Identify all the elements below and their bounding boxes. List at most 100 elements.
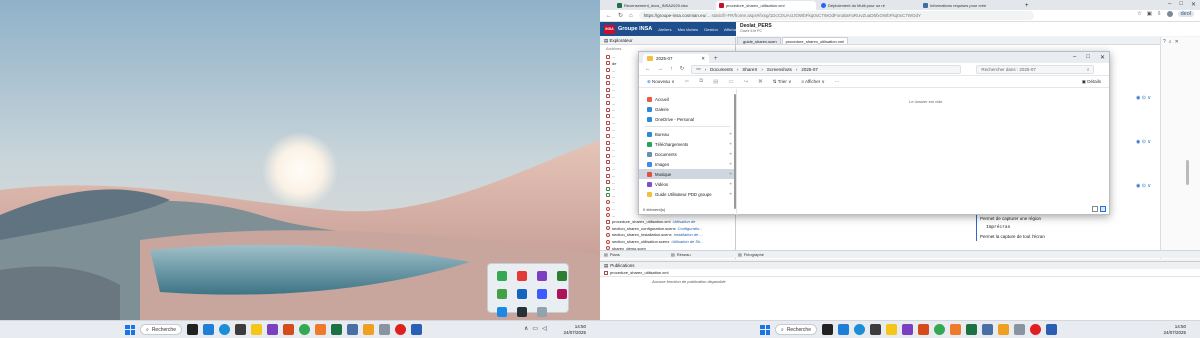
- sharex-tray-icon[interactable]: [517, 307, 527, 317]
- search-input[interactable]: Rechercher dans : 2025-07 ⌕: [976, 64, 1095, 74]
- menu-mes-taches[interactable]: Mes tâches: [678, 27, 698, 32]
- downloads-icon[interactable]: ⇩: [1157, 11, 1162, 17]
- nav-item[interactable]: Bureau ✳: [639, 129, 736, 139]
- powerpoint-icon[interactable]: [918, 324, 929, 335]
- tab-reseau[interactable]: ▤ Réseau: [667, 252, 734, 257]
- taskbar-search[interactable]: ⌕ Recherche: [775, 324, 817, 335]
- pin-icon[interactable]: ✳: [729, 182, 732, 186]
- word-icon[interactable]: [1046, 324, 1057, 335]
- path-bar[interactable]: ▭ › Documents › ShareX › Screenshots › 2…: [691, 64, 962, 74]
- teams-icon[interactable]: [902, 324, 913, 335]
- nav-item[interactable]: Vidéos ✳: [639, 179, 736, 189]
- nav-item[interactable]: Accueil: [639, 94, 736, 104]
- nav-item[interactable]: OneDrive - Personal: [639, 114, 736, 124]
- taskbar-clock[interactable]: 14:50 24/07/2025: [563, 324, 586, 336]
- tree-item[interactable]: procedure_sharex_utilisation.xml Utilisat…: [606, 218, 735, 225]
- start-icon[interactable]: [125, 324, 135, 335]
- start-icon[interactable]: [760, 324, 770, 335]
- network-icon[interactable]: ▭: [532, 325, 538, 332]
- avatar[interactable]: [1166, 11, 1173, 17]
- nav-item[interactable]: Galerie: [639, 104, 736, 114]
- widgets-icon[interactable]: [203, 324, 214, 335]
- file-explorer-icon[interactable]: [886, 324, 897, 335]
- publications-file[interactable]: procedure_sharex_utilisation.xml: [600, 269, 1200, 277]
- star-icon[interactable]: ☆: [1137, 11, 1142, 17]
- minimize-icon[interactable]: –: [1168, 1, 1171, 8]
- tiles-view-icon[interactable]: [1100, 206, 1106, 212]
- profile-menu[interactable]: deol: [1177, 11, 1194, 17]
- rename-icon[interactable]: ▭: [728, 79, 733, 85]
- details-button[interactable]: ▣ Détails: [1082, 79, 1101, 85]
- tree-item[interactable]: section_sharex_utilisation.scenx Utilisat…: [606, 238, 735, 245]
- network-tray-icon[interactable]: [537, 289, 547, 299]
- tree-item[interactable]: section_sharex_configuration.scenx Config…: [606, 225, 735, 232]
- onenote-tray-icon[interactable]: [537, 271, 547, 281]
- pin-icon[interactable]: ✳: [729, 142, 732, 146]
- excel-icon[interactable]: [331, 324, 342, 335]
- pin-icon[interactable]: ✳: [729, 192, 732, 196]
- browser-tab-3[interactable]: Informations requises pour crée: [920, 1, 1020, 10]
- delete-icon[interactable]: ✖: [758, 79, 763, 85]
- editor-tab-procedure[interactable]: procedure_sharex_utilisation.xml: [781, 37, 849, 44]
- forward-icon[interactable]: →: [658, 66, 664, 72]
- powerpoint-icon[interactable]: [283, 324, 294, 335]
- editor-scrollbar[interactable]: [1186, 160, 1189, 185]
- editor-tab-guide[interactable]: guide_sharex.scen: [737, 37, 781, 44]
- browser-tab-0[interactable]: Recensement_docs_INSA2025.xlsx: [614, 1, 714, 10]
- tab-plans[interactable]: ▤ Plans: [600, 252, 667, 257]
- close-icon[interactable]: ✕: [1191, 1, 1196, 8]
- share-icon[interactable]: ↪: [744, 79, 749, 85]
- path-segment[interactable]: ShareX: [742, 67, 757, 72]
- volume-icon[interactable]: ◁: [542, 325, 547, 332]
- extensions-icon[interactable]: ▣: [1147, 11, 1152, 17]
- teams-tray-icon[interactable]: [517, 289, 527, 299]
- word-icon[interactable]: [411, 324, 422, 335]
- tab-fieographe[interactable]: ▤ Fiéographe: [734, 252, 801, 257]
- nav-item[interactable]: Guide Utilisateur PDD groupe ✳: [639, 189, 736, 199]
- details-view-icon[interactable]: [1092, 206, 1098, 212]
- new-tab-icon[interactable]: +: [714, 56, 718, 62]
- pin-icon[interactable]: ✳: [729, 152, 732, 156]
- minimize-icon[interactable]: –: [1073, 54, 1076, 61]
- excel-icon[interactable]: [966, 324, 977, 335]
- maximize-icon[interactable]: □: [1179, 1, 1183, 8]
- browser-tab-1[interactable]: procedure_sharex_utilisation.xml: [716, 1, 816, 10]
- address-bar[interactable]: https://groupe-insa.cosmian.eu /... stat…: [638, 11, 1034, 20]
- leaf-tray-icon[interactable]: [497, 289, 507, 299]
- up-icon[interactable]: ↑: [670, 66, 673, 72]
- copy-icon[interactable]: ⧉: [699, 78, 703, 85]
- help-icon[interactable]: ?: [1163, 39, 1166, 45]
- cut-icon[interactable]: ✂: [685, 79, 690, 85]
- path-segment[interactable]: Documents: [710, 67, 733, 72]
- terminal-tray-icon[interactable]: [557, 271, 567, 281]
- task-view-icon[interactable]: [187, 324, 198, 335]
- widgets-icon[interactable]: [838, 324, 849, 335]
- menu-gestion[interactable]: Gestion: [704, 27, 718, 32]
- close-icon[interactable]: ✕: [1100, 54, 1105, 61]
- settings-icon[interactable]: [379, 324, 390, 335]
- pin-icon[interactable]: ✳: [729, 132, 732, 136]
- nav-item[interactable]: Documents ✳: [639, 149, 736, 159]
- edge-icon[interactable]: [219, 324, 230, 335]
- opera-icon[interactable]: [1030, 324, 1041, 335]
- file-explorer-icon[interactable]: [251, 324, 262, 335]
- paste-icon[interactable]: ▤: [713, 79, 718, 85]
- nav-pane-scrollbar[interactable]: [734, 94, 736, 209]
- sort-button[interactable]: ⇅ Trier ∨: [773, 79, 792, 85]
- paint-icon[interactable]: [998, 324, 1009, 335]
- usb-tray-icon[interactable]: [537, 307, 547, 317]
- new-button[interactable]: ⊕ Nouveau ∨: [647, 79, 675, 85]
- home-icon[interactable]: ⌂: [629, 13, 633, 19]
- nav-item[interactable]: Téléchargements ✳: [639, 139, 736, 149]
- menu-ateliers[interactable]: Ateliers: [658, 27, 671, 32]
- more-button[interactable]: ···: [835, 79, 840, 84]
- pin-icon[interactable]: ✳: [729, 162, 732, 166]
- nav-item[interactable]: Images ✳: [639, 159, 736, 169]
- browser-tab-2[interactable]: Déploiement du Multi pour un ré: [818, 1, 918, 10]
- search-icon[interactable]: ⌕: [1169, 39, 1172, 45]
- pin-icon[interactable]: ✳: [729, 172, 732, 176]
- back-icon[interactable]: ←: [606, 13, 612, 19]
- vlc-icon[interactable]: [950, 324, 961, 335]
- path-segment[interactable]: 2025-07: [801, 67, 818, 72]
- chrome-tray-icon[interactable]: [497, 271, 507, 281]
